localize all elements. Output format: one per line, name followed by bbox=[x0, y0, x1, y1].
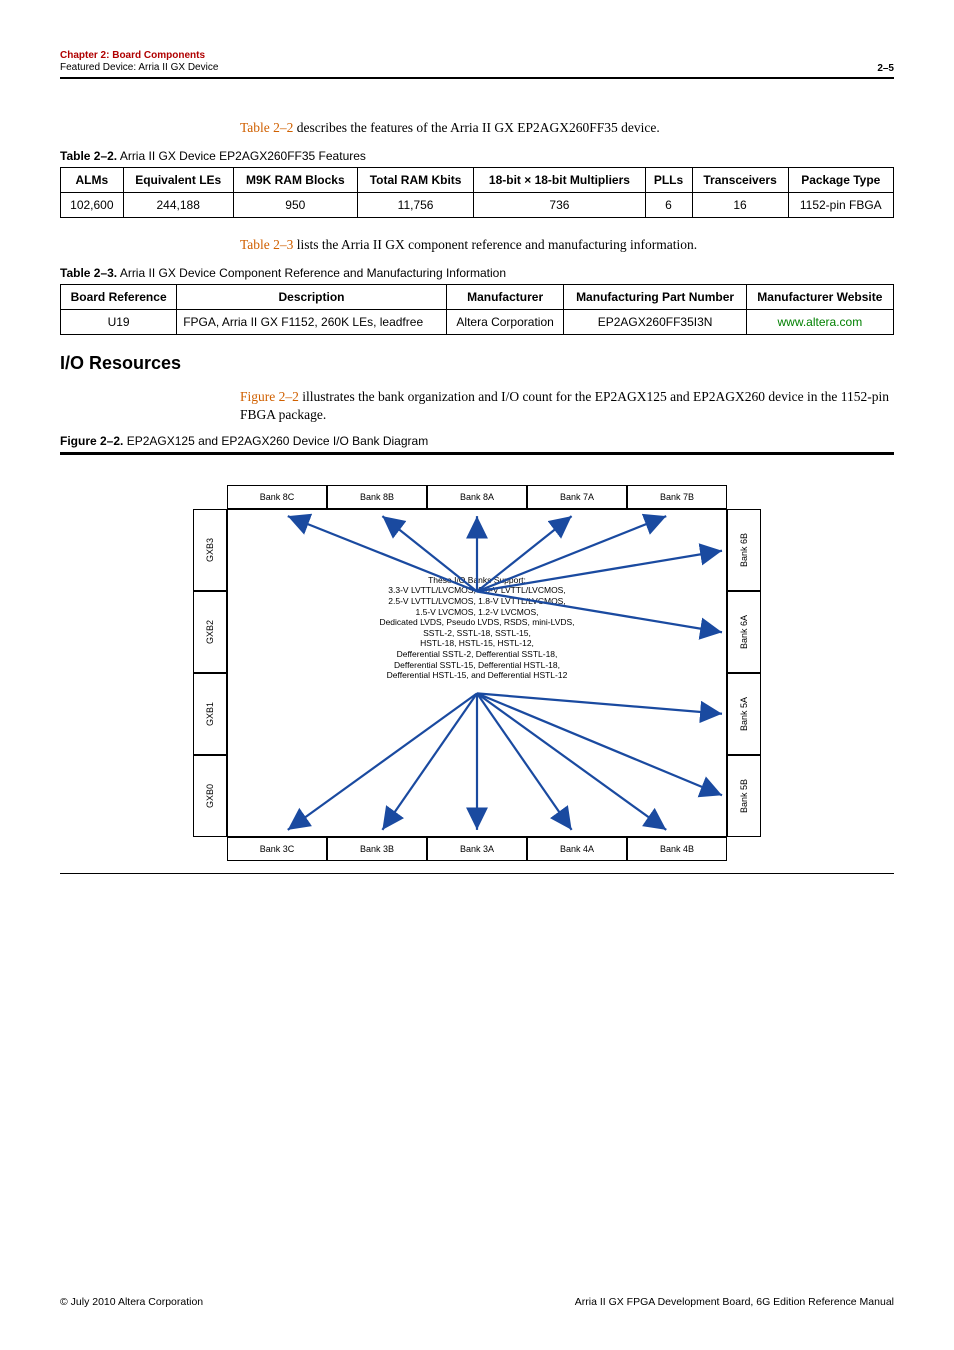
t22-h1: Equivalent LEs bbox=[123, 168, 233, 193]
t22-h4: 18-bit × 18-bit Multipliers bbox=[474, 168, 645, 193]
page-header: Chapter 2: Board Components Featured Dev… bbox=[60, 50, 894, 79]
paragraph-2: Table 2–3 lists the Arria II GX componen… bbox=[240, 236, 894, 254]
table-2-2: ALMs Equivalent LEs M9K RAM Blocks Total… bbox=[60, 167, 894, 218]
bank-6b: Bank 6B bbox=[727, 509, 761, 591]
table-2-3: Board Reference Description Manufacturer… bbox=[60, 284, 894, 335]
footer-right: Arria II GX FPGA Development Board, 6G E… bbox=[575, 1296, 894, 1308]
t23-h1: Description bbox=[177, 285, 447, 310]
bank-8b: Bank 8B bbox=[327, 485, 427, 509]
ref-table-2-3[interactable]: Table 2–3 bbox=[240, 237, 293, 252]
figure-2-2-caption: Figure 2–2. EP2AGX125 and EP2AGX260 Devi… bbox=[60, 434, 894, 448]
bank-3c: Bank 3C bbox=[227, 837, 327, 861]
bank-8c: Bank 8C bbox=[227, 485, 327, 509]
ref-figure-2-2[interactable]: Figure 2–2 bbox=[240, 389, 299, 404]
bank-8a: Bank 8A bbox=[427, 485, 527, 509]
t22-h3: Total RAM Kbits bbox=[357, 168, 473, 193]
bank-7a: Bank 7A bbox=[527, 485, 627, 509]
footer-left: © July 2010 Altera Corporation bbox=[60, 1296, 203, 1308]
t22-h5: PLLs bbox=[645, 168, 692, 193]
gxb0: GXB0 bbox=[193, 755, 227, 837]
t23-h3: Manufacturing Part Number bbox=[564, 285, 746, 310]
io-bank-diagram: Bank 8C Bank 8B Bank 8A Bank 7A Bank 7B … bbox=[60, 465, 894, 869]
t23-h0: Board Reference bbox=[61, 285, 177, 310]
io-bank-support-text: These I/O Banks Support: 3.3-V LVTTL/LVC… bbox=[317, 575, 637, 681]
page-footer: © July 2010 Altera Corporation Arria II … bbox=[60, 1296, 894, 1308]
t22-h6: Transceivers bbox=[692, 168, 788, 193]
bank-4b: Bank 4B bbox=[627, 837, 727, 861]
bank-6a: Bank 6A bbox=[727, 591, 761, 673]
bank-5a: Bank 5A bbox=[727, 673, 761, 755]
bank-3b: Bank 3B bbox=[327, 837, 427, 861]
figure-divider bbox=[60, 873, 894, 874]
bank-7b: Bank 7B bbox=[627, 485, 727, 509]
t22-h2: M9K RAM Blocks bbox=[233, 168, 357, 193]
t22-h7: Package Type bbox=[788, 168, 893, 193]
bank-5b: Bank 5B bbox=[727, 755, 761, 837]
table-row: 102,600 244,188 950 11,756 736 6 16 1152… bbox=[61, 193, 894, 218]
ref-table-2-2[interactable]: Table 2–2 bbox=[240, 120, 293, 135]
table-row: U19 FPGA, Arria II GX F1152, 260K LEs, l… bbox=[61, 310, 894, 335]
header-section: Featured Device: Arria II GX Device bbox=[60, 62, 218, 73]
bank-4a: Bank 4A bbox=[527, 837, 627, 861]
bank-3a: Bank 3A bbox=[427, 837, 527, 861]
manufacturer-website-link[interactable]: www.altera.com bbox=[778, 315, 863, 329]
gxb1: GXB1 bbox=[193, 673, 227, 755]
figure-divider bbox=[60, 452, 894, 455]
paragraph-1: Table 2–2 describes the features of the … bbox=[240, 119, 894, 137]
page-number: 2–5 bbox=[877, 63, 894, 74]
header-chapter: Chapter 2: Board Components bbox=[60, 50, 205, 61]
t23-h4: Manufacturer Website bbox=[746, 285, 893, 310]
gxb2: GXB2 bbox=[193, 591, 227, 673]
paragraph-3: Figure 2–2 illustrates the bank organiza… bbox=[240, 388, 894, 424]
table-2-3-caption: Table 2–3. Arria II GX Device Component … bbox=[60, 266, 894, 280]
table-2-2-caption: Table 2–2. Arria II GX Device EP2AGX260F… bbox=[60, 149, 894, 163]
section-heading-io-resources: I/O Resources bbox=[60, 353, 894, 374]
t23-h2: Manufacturer bbox=[446, 285, 564, 310]
gxb3: GXB3 bbox=[193, 509, 227, 591]
t22-h0: ALMs bbox=[61, 168, 124, 193]
